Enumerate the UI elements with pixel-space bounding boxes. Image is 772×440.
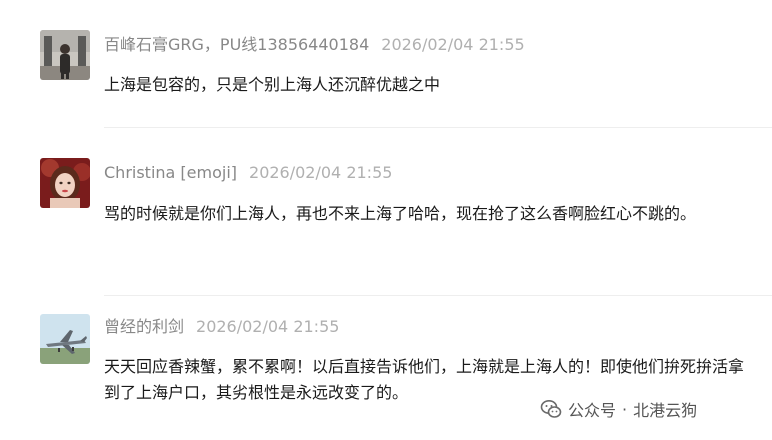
person-photo-icon bbox=[40, 30, 90, 80]
comment-author[interactable]: Christina [emoji] bbox=[104, 163, 237, 182]
avatar[interactable] bbox=[40, 158, 90, 208]
watermark-label: 公众号 bbox=[568, 401, 617, 420]
avatar[interactable] bbox=[40, 30, 90, 80]
comment-item: 百峰石膏GRG，PU线13856440184 2026/02/04 21:55 上… bbox=[0, 0, 772, 128]
comment-author[interactable]: 百峰石膏GRG，PU线13856440184 bbox=[104, 35, 369, 54]
fighter-jet-icon bbox=[40, 314, 90, 364]
comment-list: 百峰石膏GRG，PU线13856440184 2026/02/04 21:55 上… bbox=[0, 0, 772, 440]
comment-text: 骂的时候就是你们上海人，再也不来上海了哈哈，现在抢了这么香啊脸红心不跳的。 bbox=[104, 204, 697, 223]
comment-meta: 百峰石膏GRG，PU线13856440184 2026/02/04 21:55 bbox=[104, 35, 525, 55]
wechat-icon bbox=[540, 400, 562, 418]
watermark-account: 北港云狗 bbox=[633, 401, 698, 420]
watermark-separator: · bbox=[622, 399, 628, 419]
comment-meta: 曾经的利剑 2026/02/04 21:55 bbox=[104, 317, 339, 337]
comment-meta: Christina [emoji] 2026/02/04 21:55 bbox=[104, 163, 392, 183]
comment-time: 2026/02/04 21:55 bbox=[249, 163, 393, 182]
woman-portrait-icon bbox=[40, 158, 90, 208]
avatar[interactable] bbox=[40, 314, 90, 364]
comment-time: 2026/02/04 21:55 bbox=[381, 35, 525, 54]
wechat-watermark: 公众号 · 北港云狗 bbox=[540, 396, 697, 422]
comment-text: 上海是包容的，只是个别上海人还沉醉优越之中 bbox=[104, 75, 441, 94]
comment-time: 2026/02/04 21:55 bbox=[196, 317, 340, 336]
comment-item: Christina [emoji] 2026/02/04 21:55 骂的时候就是… bbox=[0, 128, 772, 296]
comment-author[interactable]: 曾经的利剑 bbox=[104, 317, 184, 336]
